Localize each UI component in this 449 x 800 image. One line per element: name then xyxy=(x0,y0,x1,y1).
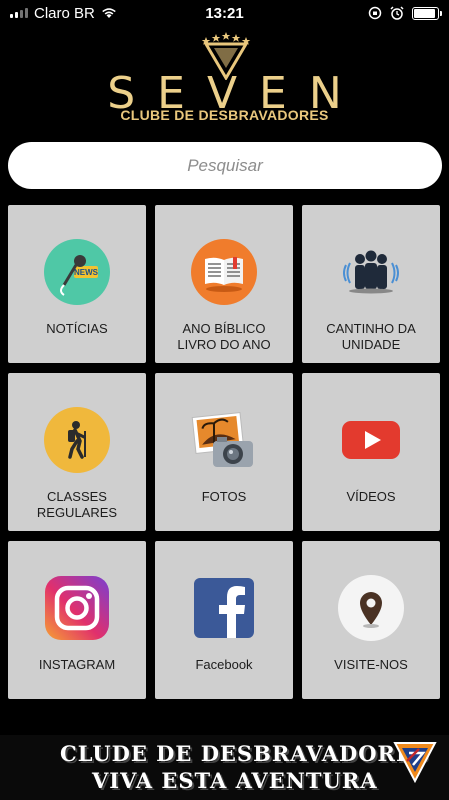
tile-fotos[interactable]: FOTOS xyxy=(155,373,293,531)
bottom-banner: CLUDE DE DESBRAVADORES VIVA ESTA AVENTUR… xyxy=(0,735,449,800)
tile-label: CLASSES REGULARES xyxy=(36,489,118,520)
group-of-people-icon xyxy=(338,239,404,305)
tile-ano-biblico[interactable]: ANO BÍBLICO LIVRO DO ANO xyxy=(155,205,293,363)
tile-visite-nos[interactable]: VISITE-NOS xyxy=(302,541,440,699)
tile-instagram[interactable]: INSTAGRAM xyxy=(8,541,146,699)
club-logo: SEVEN CLUBE DE DESBRAVADORES xyxy=(0,32,449,127)
tile-label: VÍDEOS xyxy=(346,489,396,504)
alarm-icon xyxy=(390,6,404,20)
facebook-icon xyxy=(191,575,257,641)
svg-text:NEWS: NEWS xyxy=(74,268,99,277)
status-right xyxy=(279,6,442,20)
tile-label: CANTINHO DA UNIDADE xyxy=(326,321,416,352)
pathfinder-emblem-icon xyxy=(393,742,437,783)
orientation-lock-icon xyxy=(368,6,382,20)
youtube-play-icon xyxy=(338,407,404,473)
open-book-icon xyxy=(191,239,257,305)
tile-label: ANO BÍBLICO LIVRO DO ANO xyxy=(177,321,271,352)
tile-label: INSTAGRAM xyxy=(38,657,116,672)
status-left: Claro BR xyxy=(10,5,170,22)
brand-subtitle: CLUBE DE DESBRAVADORES xyxy=(120,107,329,123)
photos-camera-icon xyxy=(191,407,257,473)
instagram-icon xyxy=(44,575,110,641)
tile-label: VISITE-NOS xyxy=(334,657,408,672)
tile-label: NOTÍCIAS xyxy=(46,321,108,336)
tile-videos[interactable]: VÍDEOS xyxy=(302,373,440,531)
hiker-icon xyxy=(44,407,110,473)
tile-label: FOTOS xyxy=(201,489,247,504)
clock: 13:21 xyxy=(205,4,244,22)
status-bar: Claro BR 13:21 xyxy=(0,0,449,26)
tile-classes-regulares[interactable]: CLASSES REGULARES xyxy=(8,373,146,531)
tile-noticias[interactable]: NEWS NOTÍCIAS xyxy=(8,205,146,363)
tile-facebook[interactable]: Facebook xyxy=(155,541,293,699)
tile-cantinho-da-unidade[interactable]: CANTINHO DA UNIDADE xyxy=(302,205,440,363)
signal-icon xyxy=(10,8,28,18)
search-input[interactable] xyxy=(8,142,442,189)
carrier-label: Claro BR xyxy=(34,4,95,22)
banner-line-1: CLUDE DE DESBRAVADORES xyxy=(60,741,430,766)
wifi-icon xyxy=(102,8,116,18)
news-microphone-icon: NEWS xyxy=(44,239,110,305)
banner-line-2: VIVA ESTA AVENTURA xyxy=(92,768,378,793)
tile-label: Facebook xyxy=(195,657,253,672)
menu-grid: NEWS NOTÍCIAS ANO BÍBLICO LIVRO DO ANO C… xyxy=(8,205,442,699)
battery-icon xyxy=(412,6,442,20)
map-pin-icon xyxy=(338,575,404,641)
